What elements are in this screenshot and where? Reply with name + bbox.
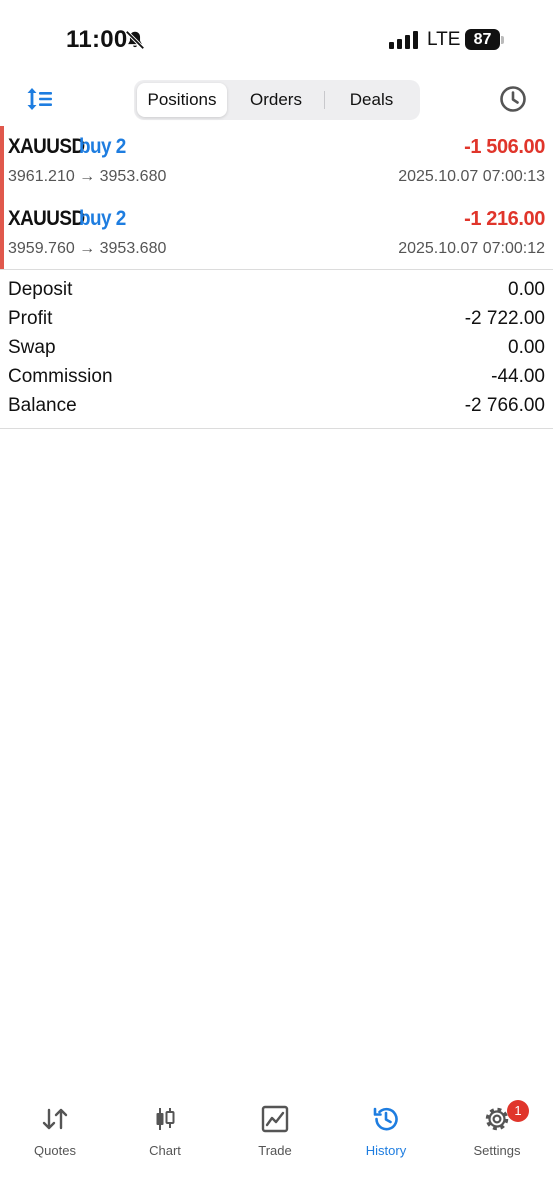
summary-label: Commission bbox=[8, 366, 113, 387]
summary: Deposit 0.00 Profit -2 722.00 Swap 0.00 … bbox=[0, 276, 553, 421]
list-item[interactable]: XAUUSD buy 2 -1 216.00 3959.760 → 3953.6… bbox=[0, 198, 553, 270]
position-direction: buy 2 bbox=[79, 135, 126, 158]
tab-label: Settings bbox=[473, 1143, 521, 1158]
summary-label: Deposit bbox=[8, 279, 73, 300]
network-type: LTE bbox=[427, 29, 461, 50]
position-symbol: XAUUSD bbox=[8, 207, 85, 230]
status-time: 11:00 bbox=[66, 26, 128, 53]
position-prices: 3959.760 → 3953.680 bbox=[8, 240, 167, 257]
tab-trade[interactable]: Trade bbox=[225, 1104, 325, 1164]
tab-label: Trade bbox=[258, 1143, 292, 1158]
position-time: 2025.10.07 07:00:13 bbox=[398, 168, 545, 185]
sort-icon[interactable] bbox=[26, 86, 54, 112]
summary-row-balance: Balance -2 766.00 bbox=[0, 392, 553, 421]
tab-positions[interactable]: Positions bbox=[137, 83, 227, 117]
tab-label: Chart bbox=[149, 1143, 181, 1158]
summary-label: Balance bbox=[8, 395, 77, 416]
list-item[interactable]: XAUUSD buy 2 -1 506.00 3961.210 → 3953.6… bbox=[0, 126, 553, 198]
status-bar: 11:00 LTE 87 bbox=[0, 0, 553, 80]
summary-value: -44.00 bbox=[491, 366, 545, 387]
summary-row-deposit: Deposit 0.00 bbox=[0, 276, 553, 305]
tab-orders[interactable]: Orders bbox=[230, 83, 322, 117]
battery-level: 87 bbox=[465, 29, 500, 50]
toolbar: Positions Orders Deals bbox=[0, 78, 553, 122]
clock-icon[interactable] bbox=[499, 85, 527, 113]
summary-value: 0.00 bbox=[508, 337, 545, 358]
history-icon bbox=[373, 1107, 398, 1131]
summary-row-commission: Commission -44.00 bbox=[0, 363, 553, 392]
summary-value: -2 722.00 bbox=[464, 308, 545, 329]
summary-value: -2 766.00 bbox=[464, 395, 545, 416]
tab-history[interactable]: History bbox=[336, 1104, 436, 1164]
chart-icon bbox=[156, 1108, 175, 1130]
position-prices: 3961.210 → 3953.680 bbox=[8, 168, 167, 185]
battery-tip bbox=[501, 36, 504, 44]
divider bbox=[0, 269, 553, 270]
position-profit: -1 216.00 bbox=[464, 208, 545, 230]
loss-marker bbox=[0, 126, 4, 198]
quotes-icon bbox=[42, 1108, 68, 1130]
positions-list: XAUUSD buy 2 -1 506.00 3961.210 → 3953.6… bbox=[0, 126, 553, 270]
tab-bar: Quotes Chart Trade History Settings 1 bbox=[0, 1090, 553, 1200]
position-direction: buy 2 bbox=[79, 207, 126, 230]
trade-icon bbox=[261, 1105, 289, 1133]
summary-label: Profit bbox=[8, 308, 53, 329]
summary-value: 0.00 bbox=[508, 279, 545, 300]
tab-label: History bbox=[365, 1143, 407, 1158]
position-profit: -1 506.00 bbox=[464, 136, 545, 158]
tab-settings[interactable]: Settings 1 bbox=[447, 1100, 547, 1164]
signal-icon bbox=[389, 31, 418, 49]
summary-row-swap: Swap 0.00 bbox=[0, 334, 553, 363]
summary-row-profit: Profit -2 722.00 bbox=[0, 305, 553, 334]
notification-badge: 1 bbox=[507, 1100, 529, 1122]
battery-icon: 87 bbox=[465, 29, 505, 51]
divider bbox=[0, 428, 553, 429]
bell-slash-icon bbox=[125, 30, 145, 50]
tab-quotes[interactable]: Quotes bbox=[5, 1104, 105, 1164]
segment-divider bbox=[324, 91, 325, 109]
position-symbol: XAUUSD bbox=[8, 135, 85, 158]
tab-label: Quotes bbox=[34, 1143, 76, 1158]
summary-label: Swap bbox=[8, 337, 56, 358]
position-time: 2025.10.07 07:00:12 bbox=[398, 240, 545, 257]
loss-marker bbox=[0, 198, 4, 270]
history-segmented-control: Positions Orders Deals bbox=[134, 80, 420, 120]
tab-chart[interactable]: Chart bbox=[115, 1104, 215, 1164]
tab-deals[interactable]: Deals bbox=[326, 83, 417, 117]
